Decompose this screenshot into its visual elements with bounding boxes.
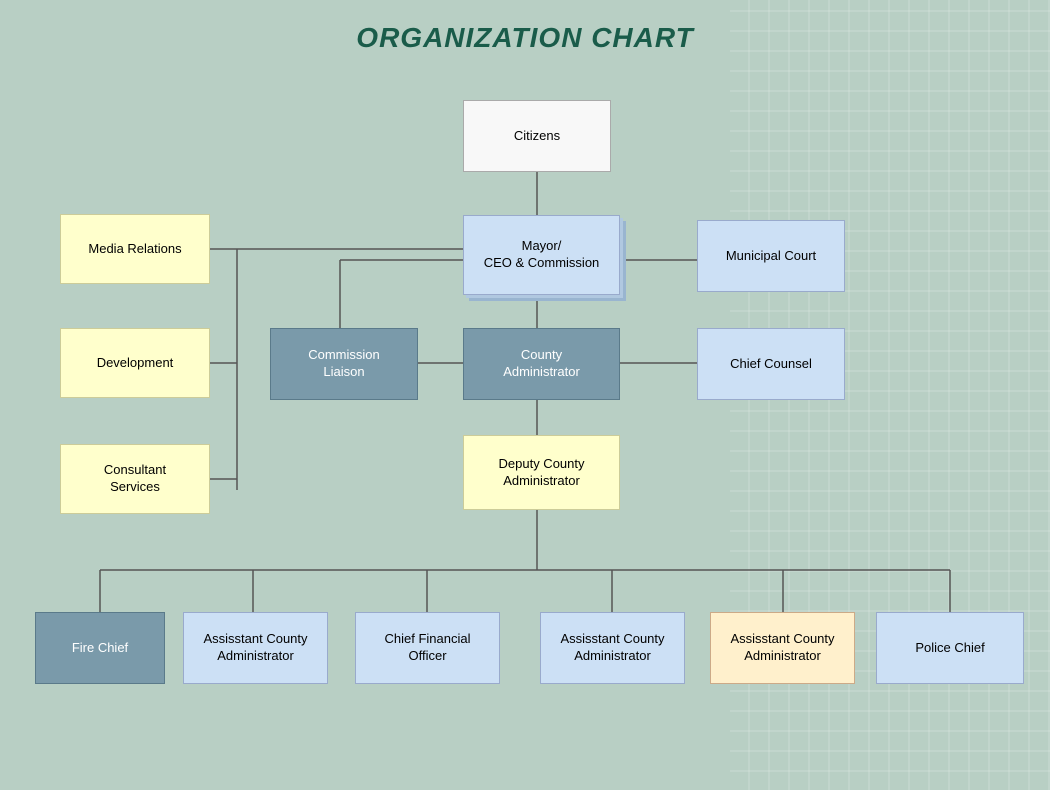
consultant-services-box: Consultant Services <box>60 444 210 514</box>
county-administrator-box: County Administrator <box>463 328 620 400</box>
asst-admin-2-box: Assisstant County Administrator <box>540 612 685 684</box>
mayor-box: Mayor/ CEO & Commission <box>463 215 620 295</box>
citizens-box: Citizens <box>463 100 611 172</box>
cfo-box: Chief Financial Officer <box>355 612 500 684</box>
media-relations-box: Media Relations <box>60 214 210 284</box>
police-chief-box: Police Chief <box>876 612 1024 684</box>
chart-container: ORGANIZATION CHART <box>0 0 1050 790</box>
asst-admin-3-box: Assisstant County Administrator <box>710 612 855 684</box>
commission-liaison-box: Commission Liaison <box>270 328 418 400</box>
asst-admin-1-box: Assisstant County Administrator <box>183 612 328 684</box>
fire-chief-box: Fire Chief <box>35 612 165 684</box>
page-title: ORGANIZATION CHART <box>0 0 1050 54</box>
deputy-county-admin-box: Deputy County Administrator <box>463 435 620 510</box>
chief-counsel-box: Chief Counsel <box>697 328 845 400</box>
municipal-court-box: Municipal Court <box>697 220 845 292</box>
development-box: Development <box>60 328 210 398</box>
